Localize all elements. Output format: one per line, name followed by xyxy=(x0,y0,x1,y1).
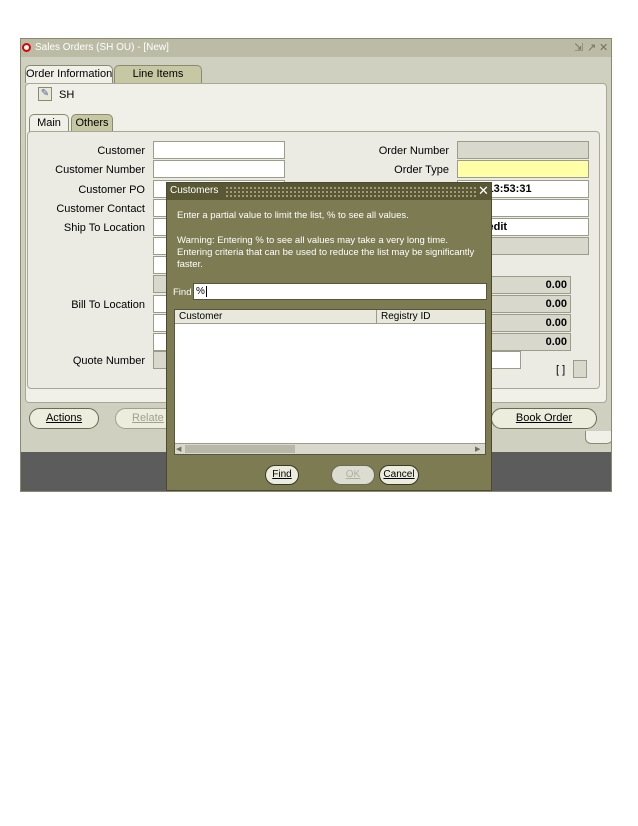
tab-line-items[interactable]: Line Items xyxy=(114,65,202,83)
customer-po-label: Customer PO xyxy=(78,184,145,196)
find-button[interactable]: Find xyxy=(265,465,299,485)
customer-number-label: Customer Number xyxy=(55,164,145,176)
find-label: Find xyxy=(173,287,192,298)
button-edge xyxy=(585,431,611,444)
descriptive-flexfield[interactable] xyxy=(573,360,587,378)
scroll-right-icon[interactable]: ▶ xyxy=(475,445,480,453)
quote-number-label: Quote Number xyxy=(72,355,145,367)
close-icon[interactable]: ✕ xyxy=(599,41,608,54)
customer-label: Customer xyxy=(97,145,145,157)
customer-contact-label: Customer Contact xyxy=(56,203,145,215)
cancel-button[interactable]: Cancel xyxy=(379,465,419,485)
order-number-field xyxy=(457,141,589,159)
dialog-warning-line1: Warning: Entering % to see all values ma… xyxy=(177,235,449,246)
dialog-warning-line3: faster. xyxy=(177,259,203,270)
cancel-button-label: Cancel xyxy=(383,469,415,480)
text-cursor xyxy=(205,286,207,297)
minimize-icon[interactable]: ⇲ xyxy=(574,41,583,54)
customer-number-field[interactable] xyxy=(153,160,285,178)
order-type-label: Order Type xyxy=(394,164,449,176)
window-titlebar: Sales Orders (SH OU) - [New] ⇲ ↗ ✕ xyxy=(21,39,611,57)
related-items-label: Relate xyxy=(132,412,164,424)
tab-order-information[interactable]: Order Information xyxy=(25,65,113,83)
horizontal-scrollbar[interactable]: ◀ ▶ xyxy=(175,443,485,454)
oracle-logo-icon xyxy=(22,43,31,52)
org-code: SH xyxy=(59,89,75,101)
book-order-label: Book Order xyxy=(515,412,573,424)
titlebar-pattern xyxy=(225,186,477,197)
find-button-label: Find xyxy=(272,469,292,480)
find-input[interactable]: % xyxy=(193,283,487,300)
customers-dialog: Customers ✕ Enter a partial value to lim… xyxy=(166,182,492,491)
order-number-label: Order Number xyxy=(378,145,449,157)
folder-edit-icon[interactable]: ✎ xyxy=(38,87,52,101)
bill-to-location-label: Bill To Location xyxy=(71,299,145,311)
bracket-indicator: [ ] xyxy=(556,364,566,376)
tab-main[interactable]: Main xyxy=(29,114,69,132)
column-header-customer[interactable]: Customer xyxy=(175,310,377,324)
find-input-value: % xyxy=(196,286,205,297)
actions-button[interactable]: Actions xyxy=(29,408,99,429)
book-order-button[interactable]: Book Order xyxy=(491,408,597,429)
actions-button-label: Actions xyxy=(45,412,83,424)
dialog-close-icon[interactable]: ✕ xyxy=(478,183,489,199)
dialog-title: Customers xyxy=(170,185,219,196)
scrollbar-thumb[interactable] xyxy=(185,445,295,453)
dialog-titlebar: Customers ✕ xyxy=(167,183,491,200)
customer-field[interactable] xyxy=(153,141,285,159)
scroll-left-icon[interactable]: ◀ xyxy=(176,445,181,453)
customers-list[interactable]: Customer Registry ID ◀ ▶ xyxy=(174,309,486,455)
tab-others[interactable]: Others xyxy=(71,114,113,132)
ok-button-label: OK xyxy=(345,469,361,480)
maximize-icon[interactable]: ↗ xyxy=(587,41,596,54)
window-title: Sales Orders (SH OU) - [New] xyxy=(35,42,169,53)
ok-button[interactable]: OK xyxy=(331,465,375,485)
dialog-instruction: Enter a partial value to limit the list,… xyxy=(177,210,409,221)
order-type-field[interactable] xyxy=(457,160,589,178)
column-header-registry-id[interactable]: Registry ID xyxy=(377,310,485,324)
dialog-warning-line2: Entering criteria that can be used to re… xyxy=(177,247,475,258)
ship-to-location-label: Ship To Location xyxy=(63,222,145,234)
